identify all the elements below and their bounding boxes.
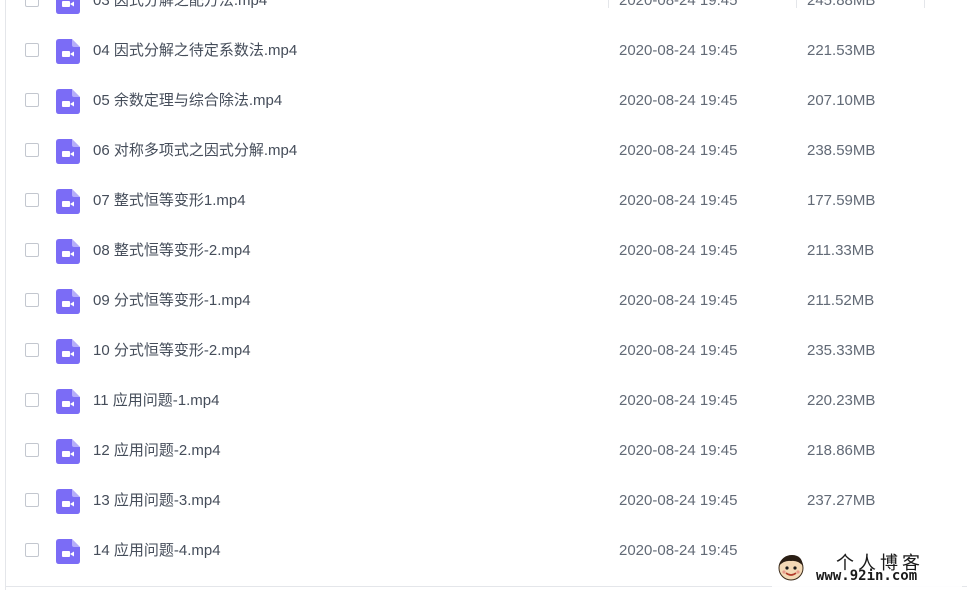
file-size: 218.86MB — [807, 442, 876, 459]
row-checkbox[interactable] — [25, 543, 39, 557]
video-file-icon — [56, 339, 80, 364]
video-file-icon — [56, 439, 80, 464]
file-name[interactable]: 08 整式恒等变形-2.mp4 — [93, 226, 251, 276]
file-row[interactable]: 03 因式分解之配方法.mp4 2020-08-24 19:45 245.88MB — [0, 0, 967, 26]
row-checkbox[interactable] — [25, 343, 39, 357]
file-date: 2020-08-24 19:45 — [619, 92, 738, 109]
file-row[interactable]: 06 对称多项式之因式分解.mp4 2020-08-24 19:45 238.59M… — [0, 126, 967, 176]
file-size: 238.59MB — [807, 142, 876, 159]
file-size: 221.53MB — [807, 42, 876, 59]
file-row[interactable]: 04 因式分解之待定系数法.mp4 2020-08-24 19:45 221.53M… — [0, 26, 967, 76]
video-file-icon — [56, 139, 80, 164]
watermark: 个人博客 www.92in.com — [772, 548, 962, 588]
file-row[interactable]: 13 应用问题-3.mp4 2020-08-24 19:45 237.27MB — [0, 476, 967, 526]
cartoon-face-logo — [778, 555, 804, 581]
row-checkbox[interactable] — [25, 43, 39, 57]
file-name[interactable]: 14 应用问题-4.mp4 — [93, 526, 221, 576]
video-file-icon — [56, 89, 80, 114]
file-date: 2020-08-24 19:45 — [619, 492, 738, 509]
file-size: 207.10MB — [807, 92, 876, 109]
file-row[interactable]: 08 整式恒等变形-2.mp4 2020-08-24 19:45 211.33MB — [0, 226, 967, 276]
file-name[interactable]: 03 因式分解之配方法.mp4 — [93, 0, 267, 26]
file-name[interactable]: 09 分式恒等变形-1.mp4 — [93, 276, 251, 326]
row-checkbox[interactable] — [25, 493, 39, 507]
file-date: 2020-08-24 19:45 — [619, 42, 738, 59]
row-checkbox[interactable] — [25, 393, 39, 407]
file-row[interactable]: 07 整式恒等变形1.mp4 2020-08-24 19:45 177.59MB — [0, 176, 967, 226]
row-checkbox[interactable] — [25, 93, 39, 107]
file-size: 177.59MB — [807, 192, 876, 209]
file-name[interactable]: 07 整式恒等变形1.mp4 — [93, 176, 246, 226]
file-row[interactable]: 05 余数定理与综合除法.mp4 2020-08-24 19:45 207.10MB — [0, 76, 967, 126]
video-file-icon — [56, 39, 80, 64]
file-name[interactable]: 12 应用问题-2.mp4 — [93, 426, 221, 476]
file-row[interactable]: 11 应用问题-1.mp4 2020-08-24 19:45 220.23MB — [0, 376, 967, 426]
row-checkbox[interactable] — [25, 443, 39, 457]
file-date: 2020-08-24 19:45 — [619, 142, 738, 159]
row-checkbox[interactable] — [25, 243, 39, 257]
watermark-url: www.92in.com — [816, 568, 918, 584]
file-date: 2020-08-24 19:45 — [619, 242, 738, 259]
video-file-icon — [56, 289, 80, 314]
file-size: 235.33MB — [807, 342, 876, 359]
file-row[interactable]: 09 分式恒等变形-1.mp4 2020-08-24 19:45 211.52MB — [0, 276, 967, 326]
file-name[interactable]: 10 分式恒等变形-2.mp4 — [93, 326, 251, 376]
file-row[interactable]: 10 分式恒等变形-2.mp4 2020-08-24 19:45 235.33MB — [0, 326, 967, 376]
file-date: 2020-08-24 19:45 — [619, 442, 738, 459]
video-file-icon — [56, 189, 80, 214]
row-checkbox[interactable] — [25, 0, 39, 7]
file-date: 2020-08-24 19:45 — [619, 542, 738, 559]
video-file-icon — [56, 0, 80, 14]
file-size: 237.27MB — [807, 492, 876, 509]
file-list-page: 03 因式分解之配方法.mp4 2020-08-24 19:45 245.88MB 0… — [0, 0, 967, 590]
video-file-icon — [56, 489, 80, 514]
file-size: 220.23MB — [807, 392, 876, 409]
file-date: 2020-08-24 19:45 — [619, 342, 738, 359]
file-size: 211.52MB — [807, 292, 875, 309]
video-file-icon — [56, 239, 80, 264]
file-date: 2020-08-24 19:45 — [619, 192, 738, 209]
file-size: 211.33MB — [807, 242, 875, 259]
file-date: 2020-08-24 19:45 — [619, 392, 738, 409]
file-name[interactable]: 11 应用问题-1.mp4 — [93, 376, 219, 426]
video-file-icon — [56, 539, 80, 564]
file-row[interactable]: 12 应用问题-2.mp4 2020-08-24 19:45 218.86MB — [0, 426, 967, 476]
row-checkbox[interactable] — [25, 293, 39, 307]
file-list: 03 因式分解之配方法.mp4 2020-08-24 19:45 245.88MB 0… — [0, 0, 967, 576]
file-name[interactable]: 06 对称多项式之因式分解.mp4 — [93, 126, 297, 176]
file-name[interactable]: 04 因式分解之待定系数法.mp4 — [93, 26, 297, 76]
video-file-icon — [56, 389, 80, 414]
file-date: 2020-08-24 19:45 — [619, 292, 738, 309]
row-checkbox[interactable] — [25, 143, 39, 157]
file-date: 2020-08-24 19:45 — [619, 0, 738, 9]
row-checkbox[interactable] — [25, 193, 39, 207]
file-size: 245.88MB — [807, 0, 876, 9]
file-name[interactable]: 05 余数定理与综合除法.mp4 — [93, 76, 282, 126]
file-name[interactable]: 13 应用问题-3.mp4 — [93, 476, 221, 526]
